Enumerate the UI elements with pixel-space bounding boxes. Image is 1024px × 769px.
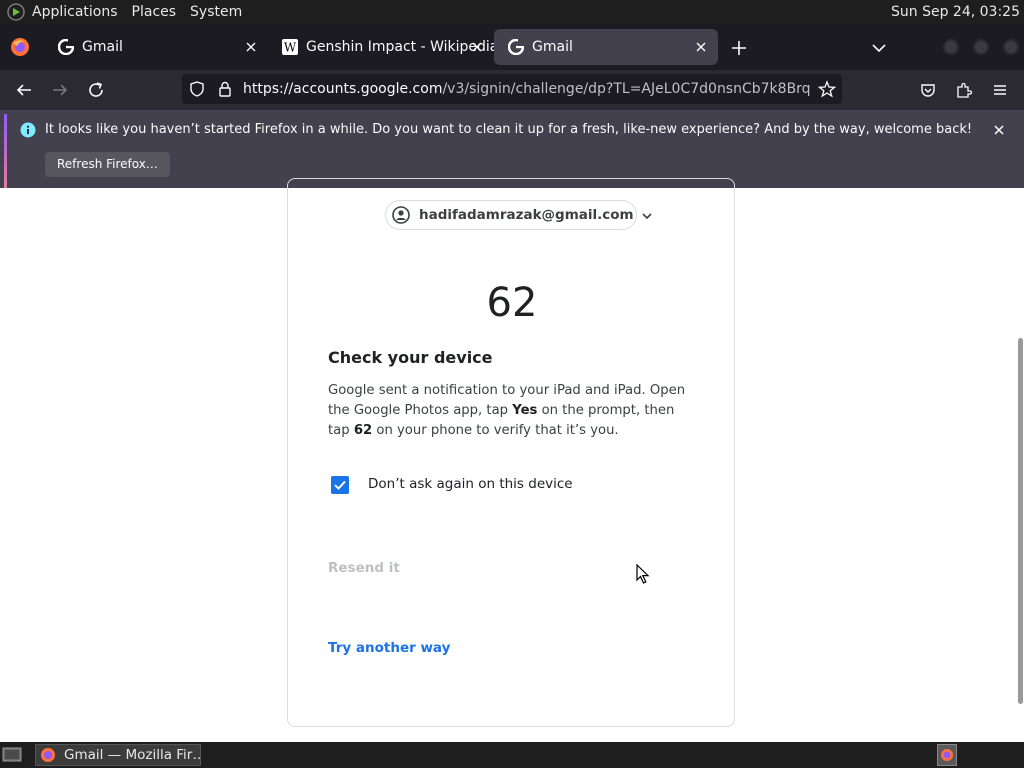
instructions-part: on your phone to verify that it’s you. [372,423,619,438]
new-tab-plus-icon[interactable] [728,37,750,59]
reload-icon[interactable] [84,78,108,102]
clock[interactable]: Sun Sep 24, 03:25 [891,0,1020,24]
bookmark-star-icon[interactable] [817,80,837,98]
url-domain: https://accounts.google.com [243,81,443,97]
tab-close-icon[interactable] [468,38,486,56]
checkmark-icon [334,480,346,490]
tab-label: Genshin Impact - Wikipedia [306,39,494,55]
list-all-tabs-chevron-icon[interactable] [868,37,890,59]
account-chooser[interactable]: hadifadamrazak@gmail.com [385,200,652,230]
page-scrollbar[interactable] [1018,338,1023,704]
google-g-icon [508,39,524,55]
tab-gmail-active[interactable]: Gmail [494,29,718,65]
forward-arrow-icon[interactable] [48,78,72,102]
tab-strip: Gmail W Genshin Impact - Wikipedia Gmail [0,24,1024,70]
try-another-way-link[interactable]: Try another way [328,640,450,656]
taskbar-window-label: Gmail — Mozilla Fir… [64,747,200,763]
google-g-icon [58,39,74,55]
navigation-toolbar: https://accounts.google.com/v3/signin/ch… [0,70,1024,110]
dont-ask-again-checkbox[interactable] [331,476,349,494]
instructions-text: Google sent a notification to your iPad … [328,381,698,441]
account-circle-icon [392,206,410,224]
tab-gmail-1[interactable]: Gmail [44,29,268,65]
chevron-down-icon [640,208,654,222]
top-panel: Applications Places System Sun Sep 24, 0… [0,0,1024,24]
wikipedia-w-icon: W [282,39,298,55]
resend-link[interactable]: Resend it [328,560,400,576]
notification-accent-bar [4,114,7,188]
tab-wikipedia[interactable]: W Genshin Impact - Wikipedia [268,29,494,65]
mouse-pointer-icon [636,563,650,584]
firefox-menu-icon[interactable] [10,37,30,57]
refresh-firefox-button[interactable]: Refresh Firefox… [45,152,170,177]
applications-menu[interactable]: Applications [32,0,118,24]
tab-label: Gmail [82,39,123,55]
instructions-number: 62 [353,423,373,438]
account-email: hadifadamrazak@gmail.com [419,207,634,223]
extensions-puzzle-icon[interactable] [952,78,976,102]
notification-close-icon[interactable] [991,122,1007,138]
tray-firefox-icon[interactable] [937,744,957,766]
info-icon [20,122,36,138]
url-path: /v3/signin/challenge/dp?TL=AJeL0C7d0nsnC… [442,81,811,97]
url-bar[interactable]: https://accounts.google.com/v3/signin/ch… [182,74,842,104]
url-text[interactable]: https://accounts.google.com/v3/signin/ch… [243,74,811,104]
page-heading: Check your device [328,348,493,367]
pocket-icon[interactable] [916,78,940,102]
tracking-protection-shield-icon[interactable] [188,80,206,98]
maximize-window-button[interactable] [973,39,989,55]
system-menu[interactable]: System [190,0,242,24]
bottom-taskbar: Gmail — Mozilla Fir… [0,742,1024,768]
hamburger-menu-icon[interactable] [988,78,1012,102]
minimize-window-button[interactable] [943,39,959,55]
notification-message: It looks like you haven’t started Firefo… [45,122,973,137]
tab-close-icon[interactable] [242,38,260,56]
tab-close-icon[interactable] [692,38,710,56]
page-content: hadifadamrazak@gmail.com 62 Check your d… [0,178,1024,742]
back-arrow-icon[interactable] [12,78,36,102]
gnome-logo-icon[interactable] [6,2,26,22]
instructions-yes: Yes [512,403,538,418]
show-desktop-icon[interactable] [2,746,22,764]
places-menu[interactable]: Places [132,0,177,24]
verification-number: 62 [486,280,538,326]
lock-icon[interactable] [216,80,234,98]
taskbar-firefox-window[interactable]: Gmail — Mozilla Fir… [35,744,201,766]
tab-label: Gmail [532,39,573,55]
svg-text:W: W [284,41,297,55]
firefox-icon [40,747,56,763]
refresh-firefox-notification: It looks like you haven’t started Firefo… [0,110,1024,188]
close-window-button[interactable] [1003,39,1019,55]
dont-ask-again-label[interactable]: Don’t ask again on this device [368,476,573,492]
